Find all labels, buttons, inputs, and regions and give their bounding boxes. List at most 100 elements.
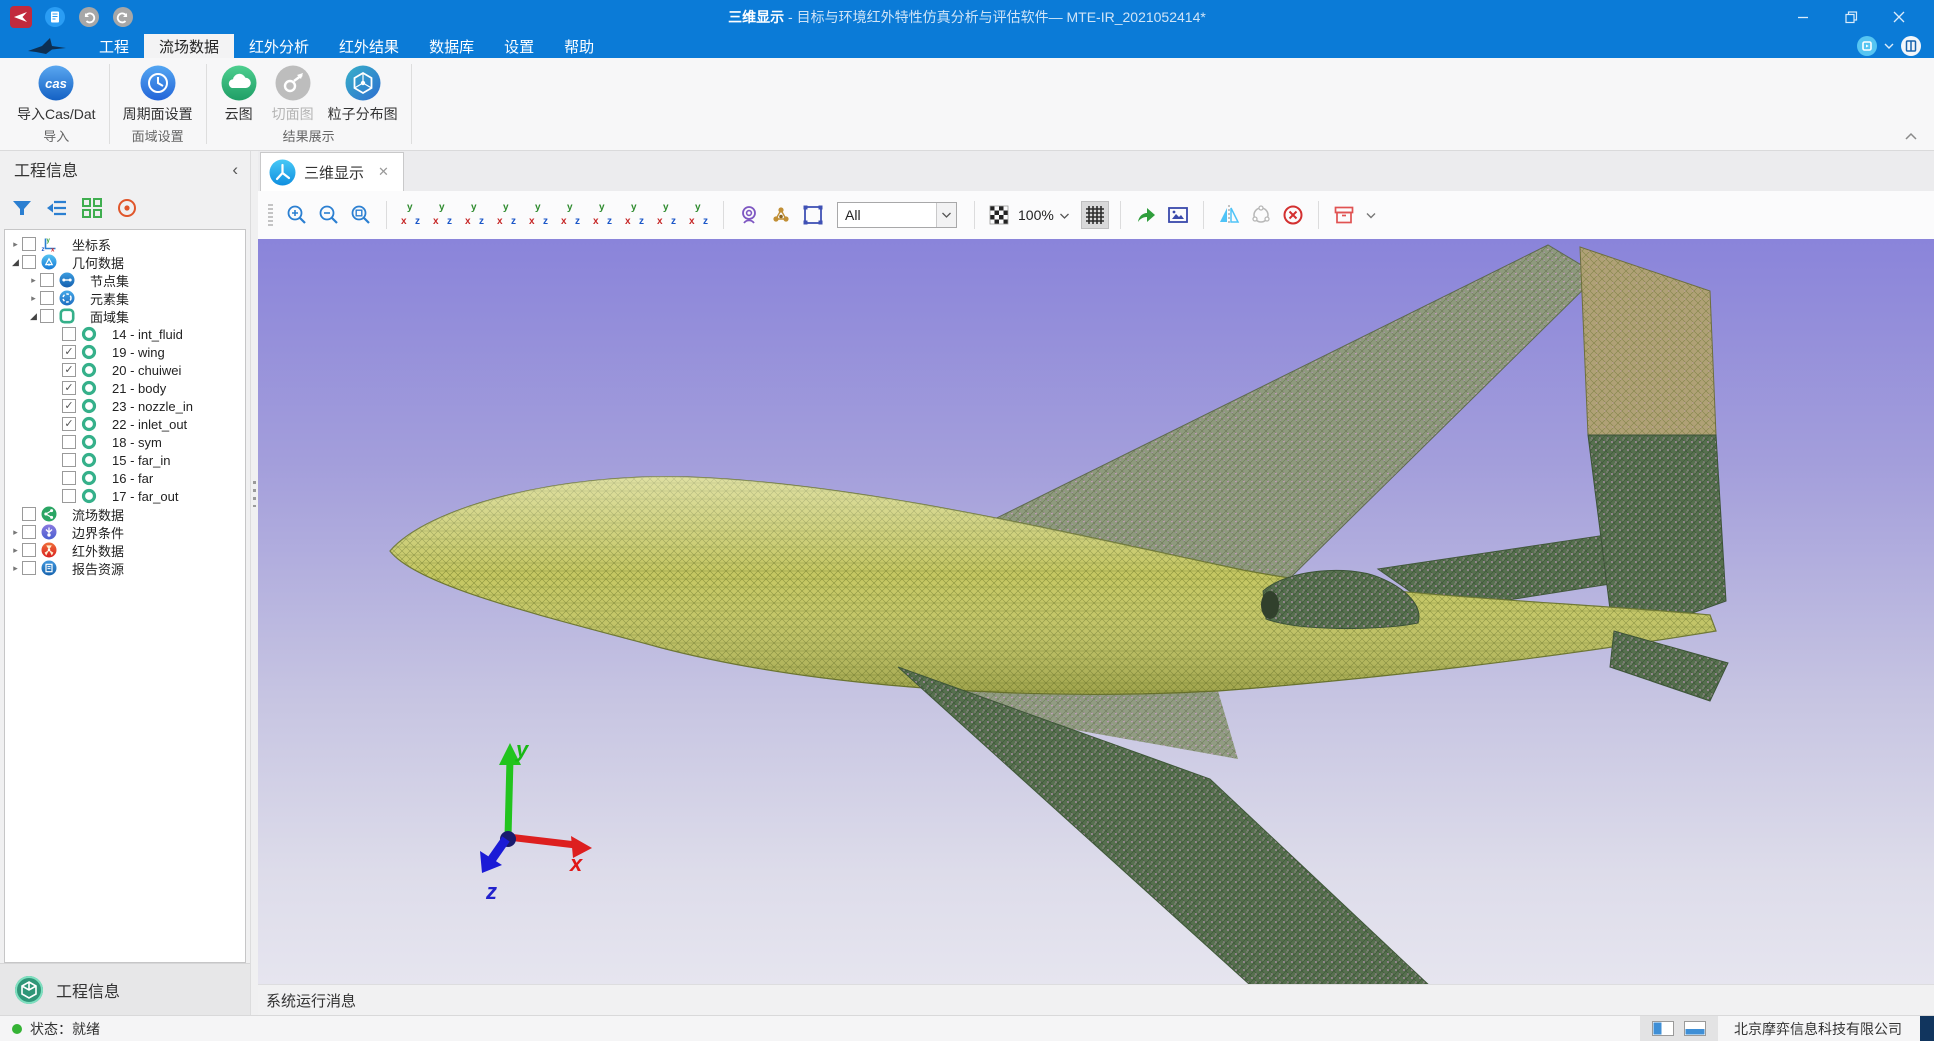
- point-render-button[interactable]: [767, 201, 795, 229]
- panel-collapse-button[interactable]: ‹: [232, 161, 238, 178]
- mesh-grid-button[interactable]: [1081, 201, 1109, 229]
- ribbon-button-periodic-surface[interactable]: 周期面设置: [118, 63, 198, 125]
- tree-checkbox[interactable]: [22, 237, 36, 251]
- zoom-fit-button[interactable]: [347, 201, 375, 229]
- tree-item[interactable]: 16 - far: [5, 469, 245, 487]
- tree-checkbox[interactable]: [22, 507, 36, 521]
- package-button[interactable]: [1330, 201, 1358, 229]
- restore-button[interactable]: [1834, 4, 1868, 30]
- panel-footer[interactable]: 工程信息: [0, 963, 250, 1015]
- tab-close-icon[interactable]: ✕: [378, 164, 389, 180]
- layout-bottom-panel-button[interactable]: [1684, 1021, 1706, 1036]
- expand-collapsed-icon[interactable]: ▸: [27, 293, 40, 304]
- locate-button[interactable]: [115, 196, 139, 220]
- cancel-button[interactable]: [1279, 201, 1307, 229]
- save-button[interactable]: [44, 6, 66, 28]
- layout-left-panel-button[interactable]: [1652, 1021, 1674, 1036]
- panel-splitter[interactable]: [250, 151, 258, 1015]
- minimize-button[interactable]: [1786, 4, 1820, 30]
- tab-3d-view[interactable]: 三维显示 ✕: [260, 152, 404, 191]
- expand-collapsed-icon[interactable]: ▸: [9, 527, 22, 538]
- filter-button[interactable]: [10, 196, 34, 220]
- tree-checkbox[interactable]: ✓: [62, 417, 76, 431]
- region-select-button[interactable]: [799, 201, 827, 229]
- view-orientation-7-button[interactable]: yxz: [590, 201, 616, 229]
- camera-button[interactable]: [735, 201, 763, 229]
- expand-collapsed-icon[interactable]: ▸: [9, 563, 22, 574]
- tree-checkbox[interactable]: ✓: [62, 399, 76, 413]
- tree-item[interactable]: ✓ 20 - chuiwei: [5, 361, 245, 379]
- view-orientation-5-button[interactable]: yxz: [526, 201, 552, 229]
- app-pin-button[interactable]: [10, 6, 32, 28]
- tree-item[interactable]: 流场数据: [5, 505, 245, 523]
- snapshot-button[interactable]: [1164, 201, 1192, 229]
- style-dropdown-caret[interactable]: [1884, 37, 1894, 55]
- view-orientation-8-button[interactable]: yxz: [622, 201, 648, 229]
- menu-item-help[interactable]: 帮助: [549, 34, 609, 58]
- tree-checkbox[interactable]: [22, 255, 36, 269]
- export-button[interactable]: [1132, 201, 1160, 229]
- tree-item[interactable]: ◢ 面域集: [5, 307, 245, 325]
- tree-item[interactable]: ✓ 21 - body: [5, 379, 245, 397]
- tree-item[interactable]: ✓ 19 - wing: [5, 343, 245, 361]
- transparency-button[interactable]: [986, 201, 1012, 229]
- view-orientation-9-button[interactable]: yxz: [654, 201, 680, 229]
- tree-checkbox[interactable]: [40, 309, 54, 323]
- view-orientation-2-button[interactable]: yxz: [430, 201, 456, 229]
- mirror-button[interactable]: [1215, 201, 1243, 229]
- tree-checkbox[interactable]: [62, 453, 76, 467]
- tree-checkbox[interactable]: [62, 489, 76, 503]
- tree-checkbox[interactable]: ✓: [62, 363, 76, 377]
- ribbon-button-contour-map[interactable]: 云图: [215, 63, 263, 125]
- outline-button[interactable]: [45, 196, 69, 220]
- zoom-percent-caret[interactable]: [1060, 206, 1069, 224]
- tree-checkbox[interactable]: [40, 291, 54, 305]
- tree-item[interactable]: ◢ 几何数据: [5, 253, 245, 271]
- ribbon-button-import-cas-dat[interactable]: cas 导入Cas/Dat: [12, 63, 101, 125]
- menu-item-ir-analysis[interactable]: 红外分析: [234, 34, 324, 58]
- tree-item[interactable]: 17 - far_out: [5, 487, 245, 505]
- menu-item-settings[interactable]: 设置: [489, 34, 549, 58]
- tree-checkbox[interactable]: [22, 561, 36, 575]
- zoom-percent-value[interactable]: 100%: [1018, 207, 1054, 223]
- tree-item[interactable]: ▸ 红外数据: [5, 541, 245, 559]
- menu-item-flow-data[interactable]: 流场数据: [144, 34, 234, 58]
- expand-expanded-icon[interactable]: ◢: [27, 311, 40, 322]
- view-orientation-1-button[interactable]: yxz: [398, 201, 424, 229]
- combobox-dropdown-button[interactable]: [936, 203, 956, 227]
- tree-item[interactable]: ▸ 报告资源: [5, 559, 245, 577]
- tree-item[interactable]: 15 - far_in: [5, 451, 245, 469]
- ribbon-button-particle-map[interactable]: 粒子分布图: [323, 63, 403, 125]
- splitter-handle[interactable]: [253, 481, 256, 507]
- menu-item-ir-results[interactable]: 红外结果: [324, 34, 414, 58]
- expand-collapsed-icon[interactable]: ▸: [27, 275, 40, 286]
- notebook-button[interactable]: [1900, 35, 1922, 57]
- view-orientation-3-button[interactable]: yxz: [462, 201, 488, 229]
- tree-checkbox[interactable]: [62, 471, 76, 485]
- tree-checkbox[interactable]: [62, 327, 76, 341]
- tree-item[interactable]: ▸ 节点集: [5, 271, 245, 289]
- toolbar-grip-handle[interactable]: [268, 204, 273, 226]
- tree-item[interactable]: ▸ yzx 坐标系: [5, 235, 245, 253]
- zoom-out-button[interactable]: [315, 201, 343, 229]
- viewport-3d[interactable]: y x z: [258, 239, 1934, 984]
- menu-item-project[interactable]: 工程: [84, 34, 144, 58]
- view-orientation-10-button[interactable]: yxz: [686, 201, 712, 229]
- group-button[interactable]: [80, 196, 104, 220]
- expand-expanded-icon[interactable]: ◢: [9, 257, 22, 268]
- tree-checkbox[interactable]: [62, 435, 76, 449]
- view-orientation-4-button[interactable]: yxz: [494, 201, 520, 229]
- view-orientation-6-button[interactable]: yxz: [558, 201, 584, 229]
- tree-checkbox[interactable]: ✓: [62, 345, 76, 359]
- menu-item-database[interactable]: 数据库: [414, 34, 489, 58]
- tree-item[interactable]: 18 - sym: [5, 433, 245, 451]
- package-dropdown-caret[interactable]: [1366, 206, 1376, 224]
- tree-item[interactable]: ▸ 边界条件: [5, 523, 245, 541]
- tree-checkbox[interactable]: ✓: [62, 381, 76, 395]
- expand-collapsed-icon[interactable]: ▸: [9, 545, 22, 556]
- style-switch-button[interactable]: [1856, 35, 1878, 57]
- tree-item[interactable]: ▸ 元素集: [5, 289, 245, 307]
- zoom-in-button[interactable]: [283, 201, 311, 229]
- tree-item[interactable]: ✓ 23 - nozzle_in: [5, 397, 245, 415]
- tree-checkbox[interactable]: [22, 543, 36, 557]
